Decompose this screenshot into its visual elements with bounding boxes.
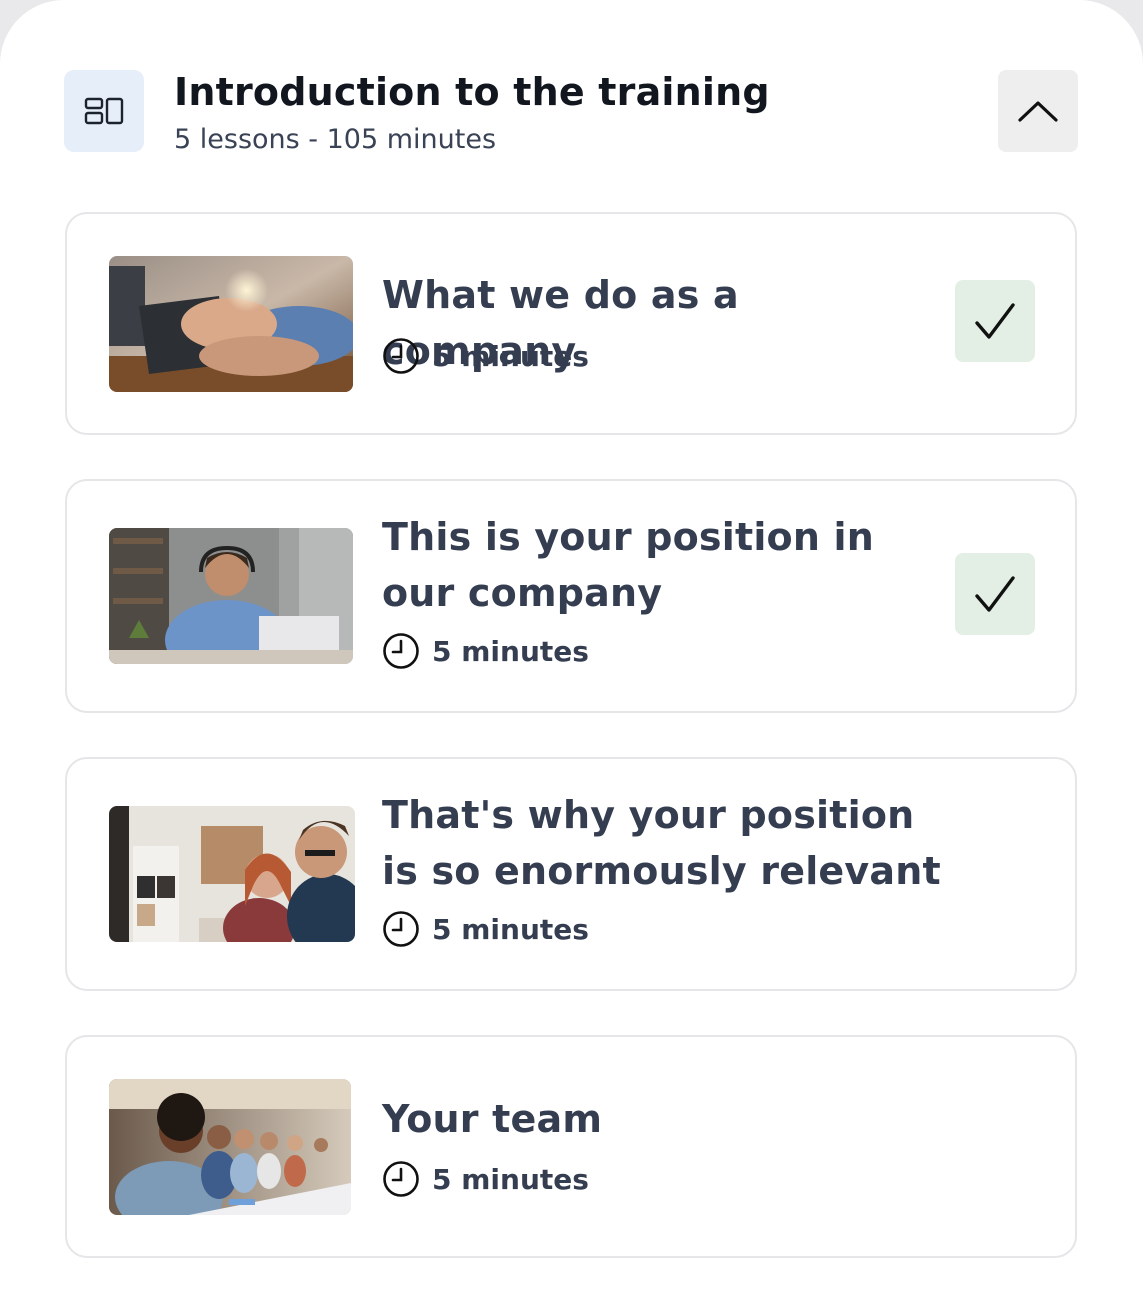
completed-badge (955, 553, 1035, 635)
lesson-thumbnail (109, 528, 353, 664)
lesson-card[interactable]: This is your position in our company 5 m… (65, 479, 1077, 713)
lesson-duration: 5 minutes (382, 631, 589, 671)
duration-text: 5 minutes (432, 634, 589, 668)
chevron-up-icon (1018, 101, 1058, 122)
lesson-thumbnail (109, 256, 353, 392)
lesson-duration: 5 minutes (382, 909, 589, 949)
duration-text: 5 minutes (432, 1162, 589, 1196)
clock-icon (383, 911, 419, 947)
lesson-thumbnail (109, 806, 355, 942)
clock-icon (383, 1161, 419, 1197)
duration-text: 5 minutes (432, 339, 589, 373)
lesson-card[interactable]: Your team 5 minutes (65, 1035, 1077, 1258)
lesson-title: Your team (382, 1097, 603, 1141)
lesson-card[interactable]: What we do as a company 5 minutes (65, 212, 1077, 435)
collapse-button[interactable] (998, 70, 1078, 152)
module-meta: 5 lessons - 105 minutes (174, 124, 497, 155)
clock-icon (383, 338, 419, 374)
checkmark-icon (975, 576, 1015, 612)
checkmark-icon (975, 303, 1015, 339)
module-header[interactable]: Introduction to the training 5 lessons -… (64, 70, 1078, 155)
layout-icon (64, 70, 144, 152)
duration-text: 5 minutes (432, 912, 589, 946)
module-panel: Introduction to the training 5 lessons -… (0, 0, 1143, 1308)
lesson-thumbnail (109, 1079, 351, 1215)
completed-badge (955, 280, 1035, 362)
lesson-title: This is your position in our company (382, 515, 875, 615)
lesson-card[interactable]: That's why your position is so enormousl… (65, 757, 1077, 991)
clock-icon (383, 633, 419, 669)
module-title: Introduction to the training (174, 70, 770, 114)
lesson-duration: 5 minutes (382, 1159, 589, 1199)
lesson-duration: 5 minutes (382, 336, 589, 376)
lesson-title: That's why your position is so enormousl… (382, 793, 941, 893)
